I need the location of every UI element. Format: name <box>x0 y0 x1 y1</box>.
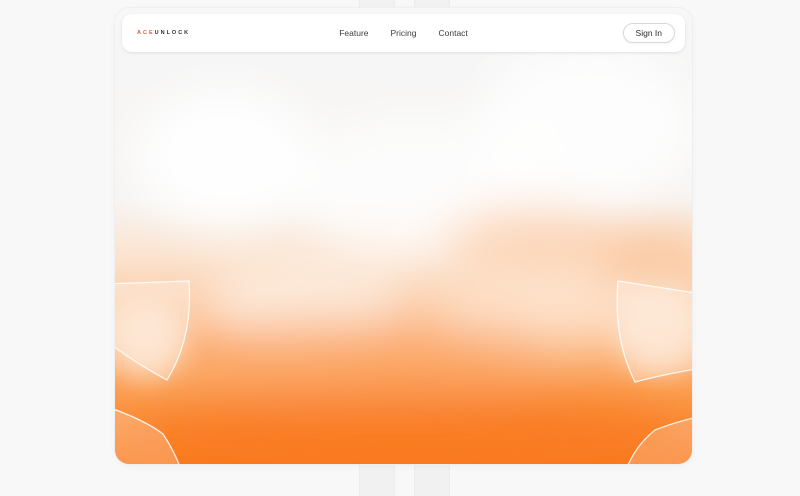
logo[interactable]: ACEUNLOCK <box>137 29 190 37</box>
page: ACEUNLOCK Feature Pricing Contact Sign I… <box>0 0 800 496</box>
nav-link-feature[interactable]: Feature <box>339 28 368 38</box>
logo-accent-text: ACE <box>137 30 155 36</box>
nav-link-pricing[interactable]: Pricing <box>391 28 417 38</box>
sign-in-button[interactable]: Sign In <box>622 23 675 43</box>
hero-gradient-art <box>115 8 692 464</box>
navbar: ACEUNLOCK Feature Pricing Contact Sign I… <box>122 14 685 52</box>
logo-text: UNLOCK <box>154 30 191 36</box>
hero-card: ACEUNLOCK Feature Pricing Contact Sign I… <box>115 8 692 464</box>
nav-link-contact[interactable]: Contact <box>438 28 467 38</box>
nav-links: Feature Pricing Contact <box>122 14 685 52</box>
